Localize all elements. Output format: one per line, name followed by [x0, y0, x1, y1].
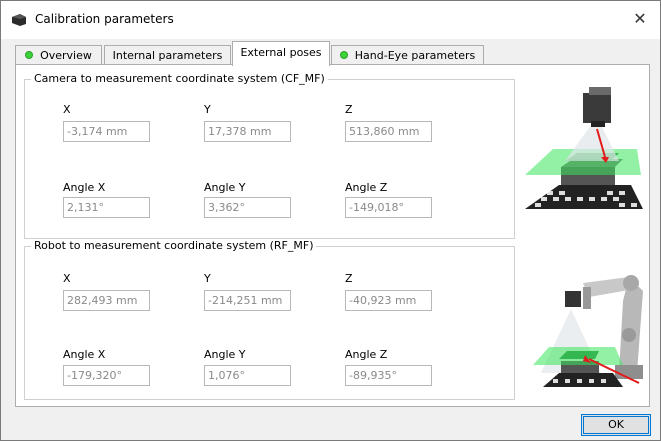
angle-y-label: Angle Y	[204, 181, 246, 194]
status-ok-icon	[339, 51, 348, 59]
camera-angle-z-field[interactable]: -149,018°	[345, 197, 432, 218]
camera-angle-y-field[interactable]: 3,362°	[204, 197, 291, 218]
z-label: Z	[345, 103, 353, 116]
tab-hand-eye-parameters[interactable]: Hand-Eye parameters	[331, 45, 484, 64]
angle-y-label: Angle Y	[204, 348, 246, 361]
tab-internal-parameters[interactable]: Internal parameters	[104, 45, 231, 64]
robot-measurement-illustration	[533, 275, 643, 387]
camera-y-field[interactable]: 17,378 mm	[204, 121, 291, 142]
calibration-dialog: Calibration parameters ✕ Overview Intern…	[0, 0, 661, 441]
close-button[interactable]: ✕	[620, 1, 660, 39]
robot-angle-y-field[interactable]: 1,076°	[204, 365, 291, 386]
tab-external-poses[interactable]: External poses	[232, 41, 330, 66]
robot-angle-x-field[interactable]: -179,320°	[63, 365, 150, 386]
tab-overview[interactable]: Overview	[15, 45, 102, 64]
robot-x-field[interactable]: 282,493 mm	[63, 290, 150, 311]
title-bar: Calibration parameters ✕	[1, 1, 660, 39]
camera-measurement-illustration	[525, 87, 643, 209]
camera-app-icon	[12, 14, 26, 26]
x-label: X	[63, 103, 71, 116]
status-ok-icon	[25, 51, 34, 59]
robot-pose-group: Robot to measurement coordinate system (…	[24, 239, 515, 400]
y-label: Y	[204, 103, 211, 116]
tab-label: External poses	[240, 46, 322, 59]
tab-panel-external-poses: Camera to measurement coordinate system …	[15, 64, 650, 407]
robot-y-field[interactable]: -214,251 mm	[204, 290, 291, 311]
y-label: Y	[204, 272, 211, 285]
angle-z-label: Angle Z	[345, 348, 388, 361]
tab-label: Hand-Eye parameters	[354, 49, 476, 62]
ok-button[interactable]: OK	[581, 414, 651, 436]
angle-z-label: Angle Z	[345, 181, 388, 194]
camera-angle-x-field[interactable]: 2,131°	[63, 197, 150, 218]
angle-x-label: Angle X	[63, 181, 106, 194]
robot-z-field[interactable]: -40,923 mm	[345, 290, 432, 311]
group-title: Robot to measurement coordinate system (…	[31, 239, 317, 252]
angle-x-label: Angle X	[63, 348, 106, 361]
camera-x-field[interactable]: -3,174 mm	[63, 121, 150, 142]
x-label: X	[63, 272, 71, 285]
window-title: Calibration parameters	[35, 12, 174, 26]
group-title: Camera to measurement coordinate system …	[31, 72, 328, 85]
camera-pose-group: Camera to measurement coordinate system …	[24, 72, 515, 239]
z-label: Z	[345, 272, 353, 285]
tab-label: Internal parameters	[112, 49, 223, 62]
tab-label: Overview	[40, 49, 92, 62]
camera-z-field[interactable]: 513,860 mm	[345, 121, 432, 142]
robot-angle-z-field[interactable]: -89,935°	[345, 365, 432, 386]
